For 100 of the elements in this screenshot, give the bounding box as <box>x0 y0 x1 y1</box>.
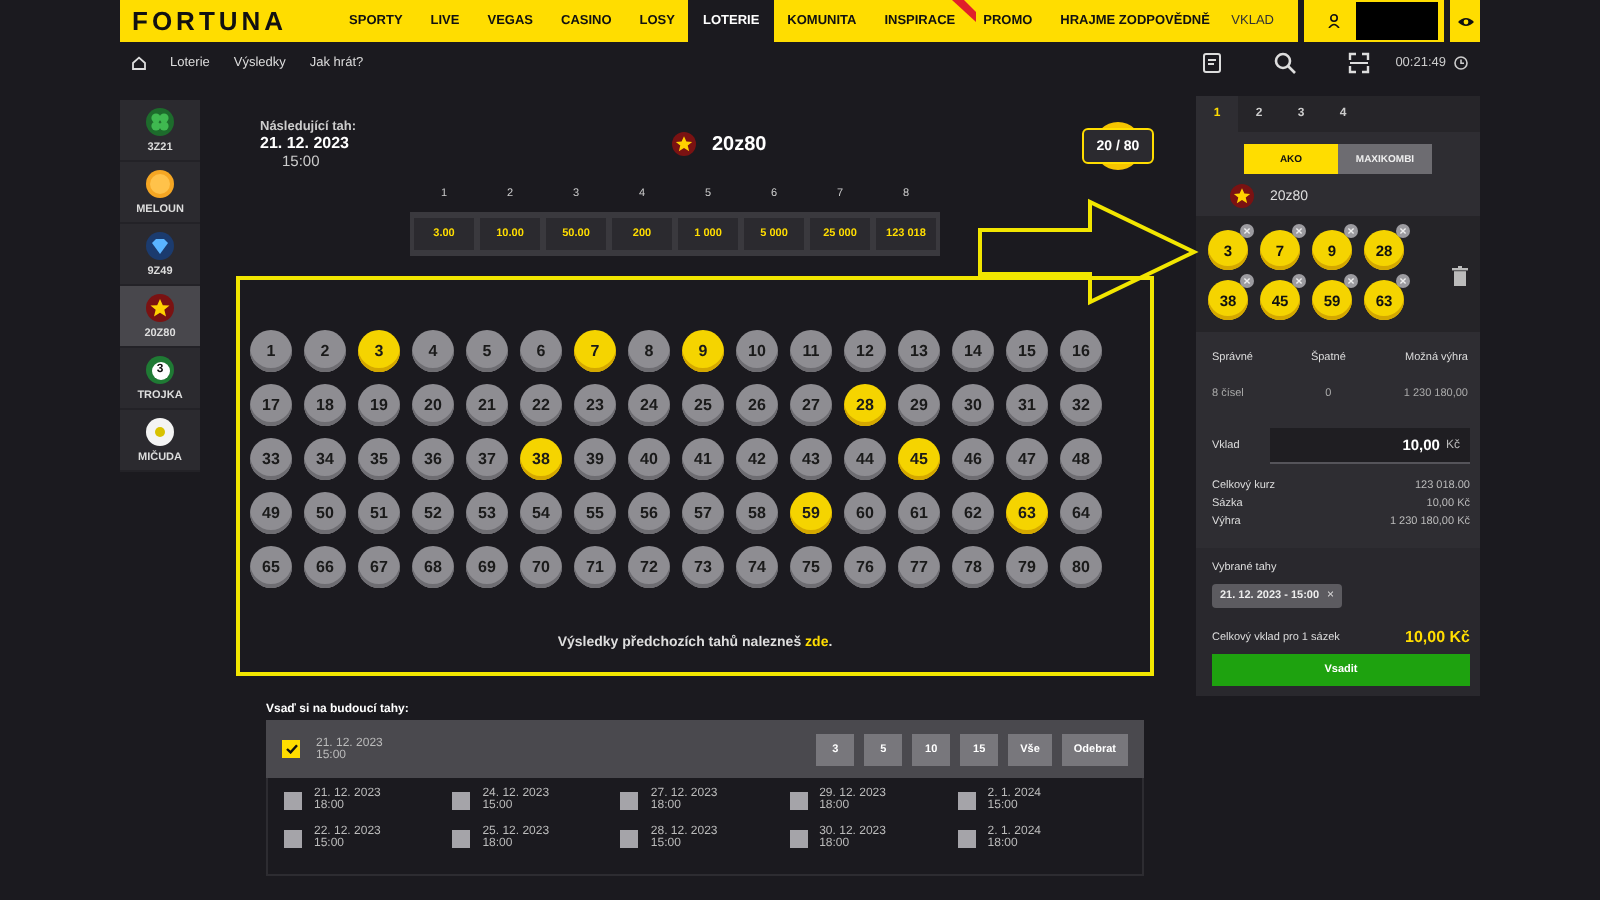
number-ball[interactable]: 4 <box>412 330 454 372</box>
number-ball[interactable]: 46 <box>952 438 994 480</box>
number-ball[interactable]: 48 <box>1060 438 1102 480</box>
number-ball[interactable]: 65 <box>250 546 292 588</box>
number-ball[interactable]: 44 <box>844 438 886 480</box>
logo[interactable]: FORTUNA <box>120 0 336 42</box>
checkbox[interactable] <box>620 829 639 847</box>
number-ball[interactable]: 13 <box>898 330 940 372</box>
number-ball[interactable]: 57 <box>682 492 724 534</box>
number-ball[interactable]: 28 <box>844 384 886 426</box>
number-ball[interactable]: 8 <box>628 330 670 372</box>
checkbox[interactable] <box>957 791 976 809</box>
ticket-icon[interactable] <box>1201 52 1222 74</box>
remove-icon[interactable] <box>1240 224 1254 238</box>
number-ball[interactable]: 61 <box>898 492 940 534</box>
number-ball[interactable]: 76 <box>844 546 886 588</box>
number-ball[interactable]: 78 <box>952 546 994 588</box>
remove-icon[interactable] <box>1292 224 1306 238</box>
number-ball[interactable]: 18 <box>304 384 346 426</box>
number-ball[interactable]: 52 <box>412 492 454 534</box>
number-ball[interactable]: 26 <box>736 384 778 426</box>
number-ball[interactable]: 59 <box>790 492 832 534</box>
number-ball[interactable]: 36 <box>412 438 454 480</box>
remove-icon[interactable] <box>1396 274 1410 288</box>
number-ball[interactable]: 7 <box>574 330 616 372</box>
number-ball[interactable]: 62 <box>952 492 994 534</box>
number-ball[interactable]: 45 <box>898 438 940 480</box>
number-ball[interactable]: 70 <box>520 546 562 588</box>
number-ball[interactable]: 23 <box>574 384 616 426</box>
remove-icon[interactable] <box>1292 274 1306 288</box>
number-ball[interactable]: 74 <box>736 546 778 588</box>
number-ball[interactable]: 72 <box>628 546 670 588</box>
number-ball[interactable]: 22 <box>520 384 562 426</box>
number-ball[interactable]: 33 <box>250 438 292 480</box>
number-ball[interactable]: 64 <box>1060 492 1102 534</box>
scan-icon[interactable] <box>1347 52 1370 74</box>
trash-icon[interactable] <box>1452 265 1468 285</box>
number-ball[interactable]: 40 <box>628 438 670 480</box>
number-ball[interactable]: 69 <box>466 546 508 588</box>
number-ball[interactable]: 42 <box>736 438 778 480</box>
number-ball[interactable]: 79 <box>1006 546 1048 588</box>
number-ball[interactable]: 34 <box>304 438 346 480</box>
number-ball[interactable]: 38 <box>520 438 562 480</box>
number-ball[interactable]: 16 <box>1060 330 1102 372</box>
number-ball[interactable]: 21 <box>466 384 508 426</box>
number-ball[interactable]: 49 <box>250 492 292 534</box>
number-ball[interactable]: 25 <box>682 384 724 426</box>
number-ball[interactable]: 10 <box>736 330 778 372</box>
number-ball[interactable]: 9 <box>682 330 724 372</box>
number-ball[interactable]: 39 <box>574 438 616 480</box>
number-ball[interactable]: 2 <box>304 330 346 372</box>
number-ball[interactable]: 12 <box>844 330 886 372</box>
number-ball[interactable]: 29 <box>898 384 940 426</box>
number-ball[interactable]: 53 <box>466 492 508 534</box>
number-ball[interactable]: 14 <box>952 330 994 372</box>
home-icon[interactable] <box>132 56 146 70</box>
number-ball[interactable]: 43 <box>790 438 832 480</box>
number-ball[interactable]: 32 <box>1060 384 1102 426</box>
number-ball[interactable]: 17 <box>250 384 292 426</box>
checkbox[interactable] <box>282 740 300 758</box>
number-ball[interactable]: 66 <box>304 546 346 588</box>
number-ball[interactable]: 1 <box>250 330 292 372</box>
number-ball[interactable]: 6 <box>520 330 562 372</box>
checkbox[interactable] <box>620 791 639 809</box>
number-ball[interactable]: 73 <box>682 546 724 588</box>
checkbox[interactable] <box>284 791 302 809</box>
number-ball[interactable]: 56 <box>628 492 670 534</box>
number-ball[interactable]: 60 <box>844 492 886 534</box>
number-ball[interactable]: 27 <box>790 384 832 426</box>
number-ball[interactable]: 47 <box>1006 438 1048 480</box>
checkbox[interactable] <box>789 791 808 809</box>
number-ball[interactable]: 5 <box>466 330 508 372</box>
checkbox[interactable] <box>957 829 976 847</box>
remove-icon[interactable] <box>1344 274 1358 288</box>
number-ball[interactable]: 30 <box>952 384 994 426</box>
number-ball[interactable]: 35 <box>358 438 400 480</box>
number-ball[interactable]: 15 <box>1006 330 1048 372</box>
number-ball[interactable]: 75 <box>790 546 832 588</box>
number-ball[interactable]: 58 <box>736 492 778 534</box>
number-ball[interactable]: 41 <box>682 438 724 480</box>
number-ball[interactable]: 68 <box>412 546 454 588</box>
number-ball[interactable]: 19 <box>358 384 400 426</box>
remove-icon[interactable] <box>1396 224 1410 238</box>
number-ball[interactable]: 51 <box>358 492 400 534</box>
number-ball[interactable]: 24 <box>628 384 670 426</box>
number-ball[interactable]: 77 <box>898 546 940 588</box>
number-ball[interactable]: 37 <box>466 438 508 480</box>
search-icon[interactable] <box>1273 52 1296 74</box>
checkbox[interactable] <box>284 829 302 847</box>
number-ball[interactable]: 11 <box>790 330 832 372</box>
number-ball[interactable]: 55 <box>574 492 616 534</box>
number-ball[interactable]: 80 <box>1060 546 1102 588</box>
user-account-panel[interactable] <box>1304 0 1444 42</box>
number-ball[interactable]: 20 <box>412 384 454 426</box>
number-ball[interactable]: 63 <box>1006 492 1048 534</box>
number-ball[interactable]: 3 <box>358 330 400 372</box>
remove-icon[interactable] <box>1240 274 1254 288</box>
number-ball[interactable]: 50 <box>304 492 346 534</box>
visibility-button[interactable] <box>1450 0 1480 42</box>
number-ball[interactable]: 71 <box>574 546 616 588</box>
